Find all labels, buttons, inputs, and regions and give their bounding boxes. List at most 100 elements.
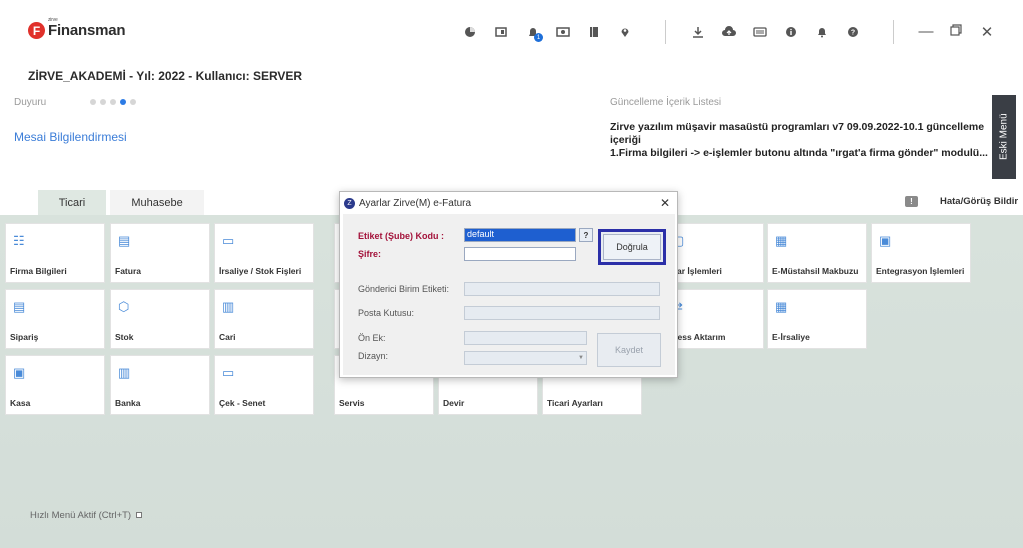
- dizayn-select[interactable]: ▼: [464, 351, 587, 365]
- stock-box-icon: ⬡: [118, 299, 130, 314]
- posta-input[interactable]: [464, 306, 660, 320]
- etiket-value: default: [467, 229, 495, 239]
- carousel-dot[interactable]: [100, 99, 106, 105]
- tile-label: Stok: [115, 332, 134, 342]
- download-icon[interactable]: [690, 24, 706, 40]
- integration-icon: ▣: [879, 233, 892, 248]
- book-icon[interactable]: [586, 24, 602, 40]
- tile-label: E-İrsaliye: [772, 332, 810, 342]
- order-icon: ▤: [13, 299, 26, 314]
- tile-kasa[interactable]: ▣ Kasa: [5, 355, 105, 415]
- sifre-label: Şifre:: [358, 249, 382, 259]
- carousel-dot[interactable]: [130, 99, 136, 105]
- location-pin-icon[interactable]: [617, 24, 633, 40]
- dialog-body: Etiket (Şube) Kodu : default ? Şifre: Do…: [343, 214, 675, 375]
- tile-label: Entegrasyon İşlemleri: [876, 266, 965, 276]
- carousel-dot-active[interactable]: [120, 99, 126, 105]
- tile-ntar-islemleri[interactable]: ▢ ntar İşlemleri: [664, 223, 764, 283]
- help-icon[interactable]: ?: [845, 24, 861, 40]
- feedback-label: Hata/Görüş Bildir: [940, 196, 1019, 207]
- tile-irsaliye-stok[interactable]: ▭ İrsaliye / Stok Fişleri: [214, 223, 314, 283]
- tab-muhasebe[interactable]: Muhasebe: [110, 190, 204, 215]
- update-line: 1.Firma bilgileri -> e-işlemler butonu a…: [610, 147, 988, 159]
- tile-fatura[interactable]: ▤ Fatura: [110, 223, 210, 283]
- onek-input[interactable]: [464, 331, 587, 345]
- alarm-bell-icon[interactable]: [814, 24, 830, 40]
- notification-badge: 1: [534, 33, 543, 42]
- update-line: Zirve yazılım müşavir masaüstü programla…: [610, 121, 985, 146]
- feedback-button[interactable]: ! Hata/Görüş Bildir: [905, 196, 1018, 207]
- tile-stok[interactable]: ⬡ Stok: [110, 289, 210, 349]
- cloud-upload-icon[interactable]: [721, 24, 737, 40]
- gonderici-input[interactable]: [464, 282, 660, 296]
- company-info: ZİRVE_AKADEMİ - Yıl: 2022 - Kullanıcı: S…: [28, 69, 303, 83]
- tile-e-irsaliye[interactable]: ▦ E-İrsaliye: [767, 289, 867, 349]
- tile-label: Fatura: [115, 266, 141, 276]
- tile-label: Sipariş: [10, 332, 39, 342]
- dialog-title: Ayarlar Zirve(M) e-Fatura: [359, 197, 472, 209]
- etiket-input[interactable]: default: [464, 228, 576, 242]
- tile-entegrasyon[interactable]: ▣ Entegrasyon İşlemleri: [871, 223, 971, 283]
- update-content[interactable]: Zirve yazılım müşavir masaüstü programla…: [610, 121, 990, 160]
- logo-text: zirve Finansman: [48, 17, 126, 39]
- waybill-icon: ▭: [222, 233, 235, 248]
- comment-icon: !: [905, 196, 918, 207]
- tile-label: Servis: [339, 398, 365, 408]
- tile-label: Cari: [219, 332, 236, 342]
- calculator-icon[interactable]: [493, 24, 509, 40]
- tile-cari[interactable]: ▥ Cari: [214, 289, 314, 349]
- kaydet-button[interactable]: Kaydet: [597, 333, 661, 367]
- toolbar-separator: [893, 20, 894, 44]
- pie-chart-icon[interactable]: [462, 24, 478, 40]
- notification-bell-icon[interactable]: 1: [525, 24, 543, 42]
- announcement-label: Duyuru: [14, 97, 47, 108]
- quick-menu-checkbox[interactable]: [135, 512, 142, 519]
- tile-siparis[interactable]: ▤ Sipariş: [5, 289, 105, 349]
- tile-label: Devir: [443, 398, 465, 408]
- close-icon[interactable]: ✕: [978, 23, 996, 41]
- quick-menu-toggle[interactable]: Hızlı Menü Aktif (Ctrl+T): [30, 510, 142, 521]
- zirve-app-icon: Z: [344, 197, 355, 209]
- tile-express-aktarim[interactable]: ⇄ press Aktarım: [664, 289, 764, 349]
- dizayn-label: Dizayn:: [358, 351, 389, 361]
- title-bar: F zirve Finansman 1 ? — ✕: [0, 0, 1023, 66]
- minimize-icon[interactable]: —: [917, 23, 935, 40]
- update-list-title: Güncelleme İçerik Listesi: [610, 97, 722, 108]
- company-info-icon: ☷: [13, 233, 25, 248]
- cash-register-icon: ▣: [13, 365, 26, 380]
- help-button[interactable]: ?: [579, 228, 593, 242]
- tab-ticari[interactable]: Ticari: [38, 190, 106, 215]
- money-icon[interactable]: [555, 24, 571, 40]
- info-icon[interactable]: [783, 24, 799, 40]
- keyboard-icon[interactable]: [752, 24, 768, 40]
- dialog-title-bar: Z Ayarlar Zirve(M) e-Fatura ✕: [340, 192, 677, 214]
- logo-sup: zirve: [48, 17, 58, 23]
- tile-banka[interactable]: ▥ Banka: [110, 355, 210, 415]
- bank-icon: ▥: [118, 365, 131, 380]
- onek-label: Ön Ek:: [358, 333, 386, 343]
- carousel-dot[interactable]: [110, 99, 116, 105]
- dogrula-button[interactable]: Doğrula: [598, 229, 666, 265]
- tile-firma-bilgileri[interactable]: ☷ Firma Bilgileri: [5, 223, 105, 283]
- dialog-close-icon[interactable]: ✕: [660, 196, 670, 210]
- logo-name: Finansman: [48, 22, 126, 39]
- etiket-label: Etiket (Şube) Kodu :: [358, 231, 444, 241]
- tile-label: Ticari Ayarları: [547, 398, 603, 408]
- tile-label: İrsaliye / Stok Fişleri: [219, 266, 302, 276]
- efatura-settings-dialog: Z Ayarlar Zirve(M) e-Fatura ✕ Etiket (Şu…: [339, 191, 678, 378]
- e-waybill-icon: ▦: [775, 299, 788, 314]
- tile-label: E-Müstahsil Makbuzu: [772, 266, 859, 276]
- gonderici-label: Gönderici Birim Etiketi:: [358, 284, 450, 294]
- tile-label: Kasa: [10, 398, 31, 408]
- dogrula-inner: Doğrula: [603, 234, 661, 260]
- tile-e-mustahsil[interactable]: ▦ E-Müstahsil Makbuzu: [767, 223, 867, 283]
- carousel-dot[interactable]: [90, 99, 96, 105]
- carousel-dots[interactable]: [90, 99, 136, 105]
- sifre-input[interactable]: [464, 247, 576, 261]
- cheque-icon: ▭: [222, 365, 235, 380]
- old-menu-button[interactable]: Eski Menü: [992, 95, 1016, 179]
- mesai-link[interactable]: Mesai Bilgilendirmesi: [14, 130, 127, 144]
- restore-icon[interactable]: [947, 23, 965, 40]
- tile-cek-senet[interactable]: ▭ Çek - Senet: [214, 355, 314, 415]
- e-receipt-icon: ▦: [775, 233, 788, 248]
